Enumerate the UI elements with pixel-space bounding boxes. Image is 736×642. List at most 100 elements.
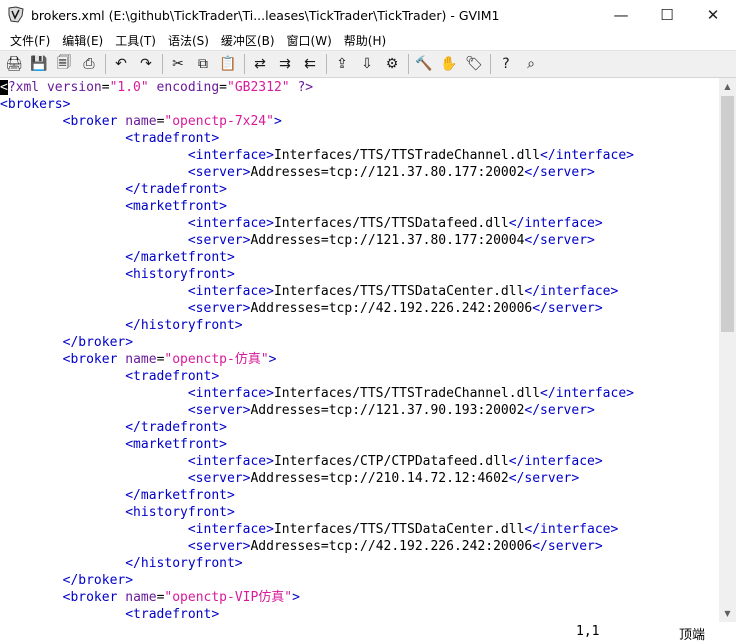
- find-help-icon: ⌕: [527, 56, 535, 72]
- toolbar-separator: [105, 54, 106, 74]
- redo-icon: ↷: [140, 56, 152, 72]
- open-button[interactable]: 🖨: [3, 53, 25, 75]
- code-token: =: [101, 80, 110, 95]
- code-token: <tradefront>: [125, 369, 220, 384]
- scroll-up-arrow-icon[interactable]: ▲: [719, 78, 736, 95]
- code-token: =: [219, 80, 227, 95]
- find-replace-button[interactable]: ⇄: [249, 53, 271, 75]
- menu-buffers[interactable]: 缓冲区(B): [215, 32, 281, 49]
- menu-edit[interactable]: 编辑(E): [56, 32, 109, 49]
- code-token: "GB2312": [227, 80, 290, 95]
- make-icon: 🔨: [415, 56, 433, 72]
- code-token: </marketfront>: [125, 488, 235, 503]
- copy-button[interactable]: ⧉: [192, 53, 214, 75]
- code-line: </historyfront>: [0, 555, 242, 572]
- menu-syntax[interactable]: 语法(S): [162, 32, 215, 49]
- run-script-button[interactable]: ⚙: [381, 53, 403, 75]
- code-token: Addresses=tcp://121.37.80.177:20004: [250, 233, 525, 248]
- code-token: Interfaces/TTS/TTSDatafeed.dll: [273, 216, 509, 231]
- code-line: <brokers>: [0, 96, 70, 113]
- scroll-down-arrow-icon[interactable]: ▼: [719, 605, 736, 622]
- code-token: <historyfront>: [125, 505, 235, 520]
- scroll-position: 顶端: [679, 628, 706, 642]
- code-token: </tradefront>: [125, 182, 227, 197]
- find-prev-icon: ⇇: [304, 56, 316, 72]
- code-line: <server>Addresses=tcp://42.192.226.242:2…: [0, 300, 603, 317]
- code-token: <server>: [187, 539, 251, 554]
- code-line: <server>Addresses=tcp://121.37.90.193:20…: [0, 402, 595, 419]
- undo-button[interactable]: ↶: [110, 53, 132, 75]
- shell-button[interactable]: ✋: [438, 53, 460, 75]
- menu-bar: 文件(F) 编辑(E) 工具(T) 语法(S) 缓冲区(B) 窗口(W) 帮助(…: [0, 30, 736, 50]
- cut-button[interactable]: ✂: [167, 53, 189, 75]
- code-token: Addresses=tcp://121.37.80.177:20002: [250, 165, 525, 180]
- open-icon: 🖨: [5, 56, 23, 72]
- code-line: </broker>: [0, 334, 133, 351]
- scrollbar-thumb[interactable]: [721, 96, 734, 332]
- paste-button[interactable]: 📋: [217, 53, 239, 75]
- code-line: <server>Addresses=tcp://121.37.80.177:20…: [0, 232, 595, 249]
- code-token: <broker: [62, 590, 126, 605]
- editor-text-area[interactable]: <?xml version="1.0" encoding="GB2312" ?>…: [0, 78, 719, 622]
- save-session-button[interactable]: ⇩: [356, 53, 378, 75]
- code-token: </broker>: [62, 335, 134, 350]
- save-all-button[interactable]: 🗐: [53, 53, 75, 75]
- print-button[interactable]: ⎙: [78, 53, 100, 75]
- find-replace-icon: ⇄: [254, 56, 266, 72]
- vertical-scrollbar[interactable]: ▲ ▼: [719, 78, 736, 622]
- code-token: >: [268, 352, 277, 367]
- make-button[interactable]: 🔨: [413, 53, 435, 75]
- title-bar[interactable]: brokers.xml (E:\github\TickTrader\Ti...l…: [0, 0, 736, 30]
- code-line: <interface>Interfaces/TTS/TTSTradeChanne…: [0, 147, 634, 164]
- window-title: brokers.xml (E:\github\TickTrader\Ti...l…: [31, 7, 500, 23]
- code-token: "1.0": [109, 80, 149, 95]
- menu-file[interactable]: 文件(F): [4, 32, 56, 49]
- find-help-button[interactable]: ⌕: [520, 53, 542, 75]
- tag-jump-icon: 🏷: [465, 56, 483, 72]
- load-session-icon: ⇪: [336, 56, 348, 72]
- tag-jump-button[interactable]: 🏷: [463, 53, 485, 75]
- redo-button[interactable]: ↷: [135, 53, 157, 75]
- help-icon: ?: [502, 56, 510, 72]
- find-prev-button[interactable]: ⇇: [299, 53, 321, 75]
- gvim-app-icon: [7, 6, 25, 24]
- code-token: ?xml version: [7, 80, 102, 95]
- cut-icon: ✂: [172, 56, 184, 72]
- code-token: <server>: [187, 233, 251, 248]
- load-session-button[interactable]: ⇪: [331, 53, 353, 75]
- menu-help[interactable]: 帮助(H): [338, 32, 392, 49]
- code-token: </server>: [532, 301, 603, 316]
- code-token: </interface>: [540, 148, 634, 163]
- minimize-icon: —: [613, 6, 629, 24]
- maximize-button[interactable]: ☐: [644, 0, 690, 30]
- menu-tools[interactable]: 工具(T): [109, 32, 162, 49]
- code-line: <server>Addresses=tcp://42.192.226.242:2…: [0, 538, 603, 555]
- minimize-button[interactable]: —: [598, 0, 644, 30]
- save-button[interactable]: 💾: [28, 53, 50, 75]
- code-token: Interfaces/TTS/TTSDataCenter.dll: [273, 522, 525, 537]
- code-token: </tradefront>: [125, 420, 227, 435]
- close-button[interactable]: ✕: [690, 0, 736, 30]
- code-token: <server>: [187, 403, 251, 418]
- code-token: <marketfront>: [125, 437, 227, 452]
- code-token: <brokers>: [0, 97, 71, 112]
- menu-window[interactable]: 窗口(W): [281, 32, 338, 49]
- toolbar: 🖨 💾 🗐 ⎙ ↶ ↷ ✂ ⧉ 📋 ⇄ ⇉ ⇇ ⇪ ⇩ ⚙ 🔨 ✋ 🏷? ⌕: [0, 50, 736, 78]
- code-token: </interface>: [524, 522, 619, 537]
- print-icon: ⎙: [83, 56, 95, 72]
- find-next-button[interactable]: ⇉: [274, 53, 296, 75]
- code-line: <marketfront>: [0, 198, 227, 215]
- help-button[interactable]: ?: [495, 53, 517, 75]
- paste-icon: 📋: [219, 56, 237, 72]
